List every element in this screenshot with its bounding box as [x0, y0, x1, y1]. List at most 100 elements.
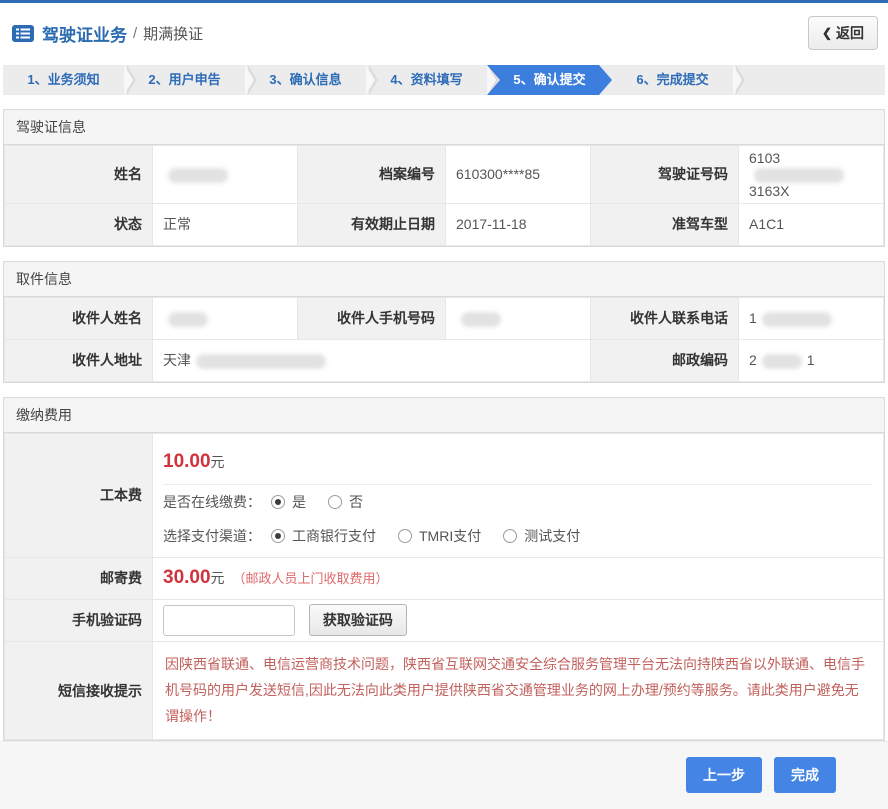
- file-no-value: 610300****85: [446, 146, 591, 204]
- recipient-name-label: 收件人姓名: [5, 297, 153, 339]
- radio-unchecked-icon[interactable]: [328, 495, 342, 509]
- step-progress-bar: 1、业务须知 2、用户申告 3、确认信息 4、资料填写 5、确认提交 6、完成提…: [3, 65, 885, 95]
- fee-cell: 10.00元 是否在线缴费： 是 否 选择支付渠道：: [153, 433, 884, 557]
- online-pay-yes-label: 是: [292, 492, 306, 512]
- table-row: 状态 正常 有效期止日期 2017-11-18 准驾车型 A1C1: [5, 203, 884, 245]
- channel-tmri-option[interactable]: TMRI支付: [398, 526, 481, 546]
- postage-note: （邮政人员上门收取费用）: [232, 571, 388, 586]
- radio-unchecked-icon[interactable]: [503, 529, 517, 543]
- recipient-tel-value: 1: [739, 297, 884, 339]
- online-pay-question: 是否在线缴费：: [163, 492, 261, 512]
- sms-notice-label: 短信接收提示: [5, 641, 153, 740]
- license-list-icon: [12, 25, 34, 42]
- payment-table: 工本费 10.00元 是否在线缴费： 是 否 选: [4, 433, 884, 741]
- page-footer: 上一步 完成: [0, 741, 888, 809]
- step-6-complete-submit[interactable]: 6、完成提交: [612, 65, 733, 95]
- payment-section: 缴纳费用 工本费 10.00元 是否在线缴费： 是 否: [3, 397, 885, 742]
- license-no-value: 61033163X: [739, 146, 884, 204]
- postcode-label: 邮政编码: [591, 339, 739, 381]
- table-row: 手机验证码 获取验证码: [5, 599, 884, 641]
- back-button-label: 返回: [836, 23, 864, 43]
- redacted-tel: [762, 312, 832, 327]
- redacted-mobile: [461, 312, 501, 327]
- radio-unchecked-icon[interactable]: [398, 529, 412, 543]
- table-row: 收件人地址 天津 邮政编码 21: [5, 339, 884, 381]
- channel-tmri-label: TMRI支付: [419, 526, 481, 546]
- breadcrumb-divider: /: [133, 25, 137, 42]
- recipient-mobile-value: [446, 297, 591, 339]
- postage-unit: 元: [211, 570, 225, 586]
- redacted-recipient-name: [168, 312, 208, 327]
- recipient-address-label: 收件人地址: [5, 339, 153, 381]
- name-label: 姓名: [5, 146, 153, 204]
- page-title: 驾驶证业务: [42, 21, 127, 46]
- recipient-address-value: 天津: [153, 339, 591, 381]
- status-value: 正常: [153, 203, 298, 245]
- recipient-name-value: [153, 297, 298, 339]
- pickup-info-table: 收件人姓名 收件人手机号码 收件人联系电话 1 收件人地址 天津 邮政编码 21: [4, 297, 884, 382]
- recipient-tel-label: 收件人联系电话: [591, 297, 739, 339]
- file-no-label: 档案编号: [298, 146, 446, 204]
- previous-step-button[interactable]: 上一步: [686, 757, 762, 793]
- redacted-address: [196, 354, 326, 369]
- table-row: 工本费 10.00元 是否在线缴费： 是 否 选: [5, 433, 884, 557]
- fee-label: 工本费: [5, 433, 153, 557]
- chevron-left-icon: ❮: [822, 26, 832, 40]
- radio-checked-icon[interactable]: [271, 529, 285, 543]
- expiry-value: 2017-11-18: [446, 203, 591, 245]
- channel-test-label: 测试支付: [524, 526, 580, 546]
- get-captcha-button[interactable]: 获取验证码: [309, 604, 407, 636]
- sms-notice-cell: 因陕西省联通、电信运营商技术问题，陕西省互联网交通安全综合服务管理平台无法向持陕…: [153, 641, 884, 740]
- postage-label: 邮寄费: [5, 557, 153, 599]
- table-row: 邮寄费 30.00元 （邮政人员上门收取费用）: [5, 557, 884, 599]
- step-2-user-declaration[interactable]: 2、用户申告: [124, 65, 245, 95]
- captcha-cell: 获取验证码: [153, 599, 884, 641]
- redacted-license-no: [754, 168, 844, 183]
- step-3-confirm-info[interactable]: 3、确认信息: [245, 65, 366, 95]
- fee-unit: 元: [211, 454, 225, 470]
- channel-icbc-option[interactable]: 工商银行支付: [271, 526, 376, 546]
- back-button[interactable]: ❮ 返回: [808, 16, 878, 50]
- table-row: 姓名 档案编号 610300****85 驾驶证号码 61033163X: [5, 146, 884, 204]
- radio-checked-icon[interactable]: [271, 495, 285, 509]
- name-value: [153, 146, 298, 204]
- online-pay-no-option[interactable]: 否: [328, 492, 363, 512]
- pay-channel-question: 选择支付渠道：: [163, 526, 261, 546]
- step-1-business-notice[interactable]: 1、业务须知: [3, 65, 124, 95]
- payment-section-title: 缴纳费用: [4, 398, 884, 433]
- step-5-confirm-submit-active[interactable]: 5、确认提交: [487, 65, 612, 95]
- recipient-mobile-label: 收件人手机号码: [298, 297, 446, 339]
- table-row: 短信接收提示 因陕西省联通、电信运营商技术问题，陕西省互联网交通安全综合服务管理…: [5, 641, 884, 740]
- vehicle-class-value: A1C1: [739, 203, 884, 245]
- license-info-table: 姓名 档案编号 610300****85 驾驶证号码 61033163X 状态 …: [4, 145, 884, 246]
- page-header: 驾驶证业务 / 期满换证 ❮ 返回: [0, 3, 888, 63]
- captcha-input[interactable]: [163, 605, 295, 636]
- sms-notice-text: 因陕西省联通、电信运营商技术问题，陕西省互联网交通安全综合服务管理平台无法向持陕…: [163, 646, 873, 736]
- postage-cell: 30.00元 （邮政人员上门收取费用）: [153, 557, 884, 599]
- online-pay-no-label: 否: [349, 492, 363, 512]
- pickup-section-title: 取件信息: [4, 262, 884, 297]
- online-pay-yes-option[interactable]: 是: [271, 492, 306, 512]
- pickup-info-section: 取件信息 收件人姓名 收件人手机号码 收件人联系电话 1 收件人地址 天津 邮政…: [3, 261, 885, 383]
- step-4-fill-data[interactable]: 4、资料填写: [366, 65, 487, 95]
- postcode-value: 21: [739, 339, 884, 381]
- captcha-label: 手机验证码: [5, 599, 153, 641]
- fee-amount: 10.00: [163, 451, 211, 472]
- redacted-name: [168, 168, 228, 183]
- channel-test-option[interactable]: 测试支付: [503, 526, 580, 546]
- status-label: 状态: [5, 203, 153, 245]
- finish-button[interactable]: 完成: [774, 757, 836, 793]
- table-row: 收件人姓名 收件人手机号码 收件人联系电话 1: [5, 297, 884, 339]
- pay-channel-row: 选择支付渠道： 工商银行支付 TMRI支付 测试支付: [163, 519, 873, 553]
- breadcrumb-current: 期满换证: [143, 23, 203, 44]
- expiry-label: 有效期止日期: [298, 203, 446, 245]
- postage-amount: 30.00: [163, 567, 211, 588]
- redacted-postcode: [762, 354, 802, 369]
- online-pay-question-row: 是否在线缴费： 是 否: [163, 485, 873, 519]
- license-section-title: 驾驶证信息: [4, 110, 884, 145]
- vehicle-class-label: 准驾车型: [591, 203, 739, 245]
- step-bar-filler: [733, 65, 885, 95]
- fee-amount-line: 10.00元: [163, 438, 873, 485]
- license-no-label: 驾驶证号码: [591, 146, 739, 204]
- channel-icbc-label: 工商银行支付: [292, 526, 376, 546]
